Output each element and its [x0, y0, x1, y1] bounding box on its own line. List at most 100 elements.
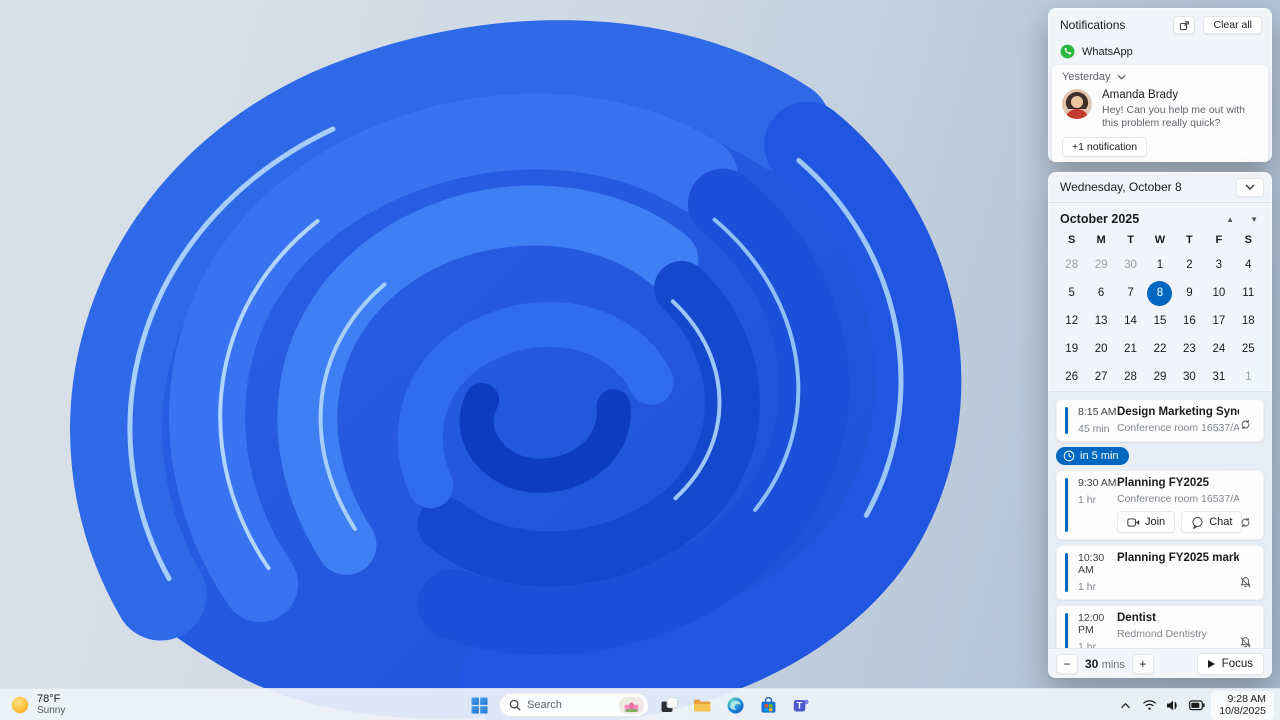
calendar-day[interactable]: 15: [1147, 309, 1172, 334]
edge-button[interactable]: [722, 692, 748, 718]
event-title: Dentist: [1117, 612, 1156, 624]
microsoft-store-button[interactable]: [755, 692, 781, 718]
search-input[interactable]: [527, 699, 611, 711]
file-explorer-button[interactable]: [689, 692, 715, 718]
weekday-label: T: [1186, 234, 1193, 246]
notification-settings-button[interactable]: [1173, 16, 1196, 34]
calendar-day[interactable]: 4: [1236, 253, 1261, 278]
calendar-day[interactable]: 25: [1236, 337, 1261, 362]
calendar-day[interactable]: 20: [1089, 337, 1114, 362]
calendar-day[interactable]: 23: [1177, 337, 1202, 362]
calendar-day[interactable]: 29: [1089, 253, 1114, 278]
calendar-day[interactable]: 3: [1206, 253, 1231, 278]
store-icon: [761, 696, 775, 713]
more-notifications-button[interactable]: +1 notification: [1062, 137, 1148, 157]
taskbar: 78°F Sunny Search T 9:28 AM 10/8/2025: [0, 688, 1280, 720]
focus-increase-button[interactable]: +: [1131, 653, 1154, 674]
teams-button[interactable]: T: [788, 692, 814, 718]
notification-group-toggle[interactable]: Yesterday: [1062, 71, 1258, 83]
edge-icon: [727, 697, 743, 713]
weekday-label: W: [1154, 234, 1166, 246]
calendar-day[interactable]: 17: [1206, 309, 1231, 334]
calendar-day[interactable]: 12: [1059, 309, 1084, 334]
calendar-day[interactable]: 29: [1147, 365, 1172, 390]
notifications-title: Notifications: [1060, 18, 1126, 32]
calendar-day-selected[interactable]: 8: [1147, 280, 1173, 306]
event-card[interactable]: 12:00 PM 1 hr Dentist Redmond Dentistry: [1056, 605, 1264, 648]
svg-text:T: T: [796, 700, 802, 710]
calendar-day[interactable]: 28: [1059, 253, 1084, 278]
windows-logo-icon: [471, 697, 487, 713]
event-title: Planning FY2025: [1117, 477, 1210, 489]
clear-all-button[interactable]: Clear all: [1203, 16, 1262, 34]
calendar-day[interactable]: 1: [1236, 365, 1261, 390]
calendar-day[interactable]: 24: [1206, 337, 1231, 362]
desktop[interactable]: Notifications Clear all WhatsApp Yesterd…: [0, 0, 1280, 720]
start-button[interactable]: [466, 692, 492, 718]
event-accent-bar: [1065, 613, 1068, 648]
calendar-day[interactable]: 14: [1118, 309, 1143, 334]
weather-widget[interactable]: 78°F Sunny: [10, 689, 65, 720]
speaker-icon: [1166, 700, 1177, 710]
calendar-day[interactable]: 10: [1206, 281, 1231, 306]
weekday-label: T: [1127, 234, 1134, 246]
calendar-date-header: Wednesday, October 8: [1060, 180, 1182, 194]
wifi-button[interactable]: [1139, 693, 1159, 717]
event-duration: 45 min: [1078, 423, 1110, 435]
calendar-prev-month-button[interactable]: ▲: [1210, 215, 1234, 224]
calendar-day[interactable]: 2: [1177, 253, 1202, 278]
event-time: 12:00 PM: [1078, 612, 1105, 636]
calendar-day[interactable]: 31: [1206, 365, 1231, 390]
clock-icon: [1063, 450, 1075, 462]
volume-button[interactable]: [1163, 693, 1183, 717]
search-box[interactable]: [499, 693, 649, 717]
task-view-button[interactable]: [656, 692, 682, 718]
calendar-day[interactable]: 11: [1236, 281, 1261, 306]
calendar-day[interactable]: 19: [1059, 337, 1084, 362]
weekday-label: M: [1096, 234, 1106, 246]
calendar-day[interactable]: 21: [1118, 337, 1143, 362]
chevron-down-icon: [1245, 184, 1255, 190]
event-status-icon: [1239, 418, 1255, 434]
calendar-next-month-button[interactable]: ▼: [1234, 215, 1258, 224]
agenda-list: 8:15 AM 45 min Design Marketing Sync Confer…: [1048, 391, 1272, 648]
calendar-day[interactable]: 13: [1089, 309, 1114, 334]
calendar-day[interactable]: 16: [1177, 309, 1202, 334]
focus-start-button[interactable]: Focus: [1196, 652, 1264, 675]
notifications-header: Notifications Clear all: [1048, 8, 1272, 38]
calendar-day[interactable]: 27: [1089, 365, 1114, 390]
bing-daily-image: [619, 696, 644, 714]
event-duration: 1 hr: [1078, 581, 1097, 593]
calendar-day[interactable]: 30: [1177, 365, 1202, 390]
calendar-day[interactable]: 5: [1059, 281, 1084, 306]
event-card[interactable]: 9:30 AM 1 hr Planning FY2025 Conference roo…: [1056, 470, 1264, 540]
calendar-day[interactable]: 30: [1118, 253, 1143, 278]
event-status-icon: [1239, 516, 1255, 532]
event-card[interactable]: 10:30 AM 1 hr Planning FY2025 marketing: [1056, 545, 1264, 600]
bell-off-icon: [1240, 577, 1251, 588]
clock-tray-button[interactable]: 9:28 AM 10/8/2025: [1211, 690, 1274, 720]
event-join-button[interactable]: Join: [1117, 511, 1176, 533]
calendar-day[interactable]: 9: [1177, 281, 1202, 306]
calendar-month-label: October 2025: [1060, 212, 1140, 226]
hidden-icons-button[interactable]: [1115, 693, 1135, 717]
bell-off-icon: [1240, 637, 1251, 648]
battery-button[interactable]: [1187, 693, 1207, 717]
event-chat-button[interactable]: Chat: [1181, 511, 1243, 533]
calendar-day[interactable]: 26: [1059, 365, 1084, 390]
calendar-day[interactable]: 28: [1118, 365, 1143, 390]
calendar-collapse-button[interactable]: [1236, 177, 1264, 197]
tray-date: 10/8/2025: [1219, 705, 1266, 717]
chevron-down-icon: [1116, 74, 1126, 80]
focus-decrease-button[interactable]: −: [1056, 653, 1078, 674]
notification-app-group[interactable]: WhatsApp: [1048, 38, 1272, 63]
event-card[interactable]: 8:15 AM 45 min Design Marketing Sync Confer…: [1056, 399, 1264, 442]
event-location: Conference room 16537/AV: [1117, 493, 1239, 505]
calendar-day[interactable]: 6: [1089, 281, 1114, 306]
calendar-day[interactable]: 7: [1118, 281, 1143, 306]
calendar-day[interactable]: 1: [1147, 253, 1172, 278]
calendar-day[interactable]: 22: [1147, 337, 1172, 362]
notification-card[interactable]: Yesterday Amanda Brady Hey! Can you help…: [1052, 65, 1268, 162]
calendar-day[interactable]: 18: [1236, 309, 1261, 334]
event-time: 9:30 AM: [1078, 477, 1117, 489]
